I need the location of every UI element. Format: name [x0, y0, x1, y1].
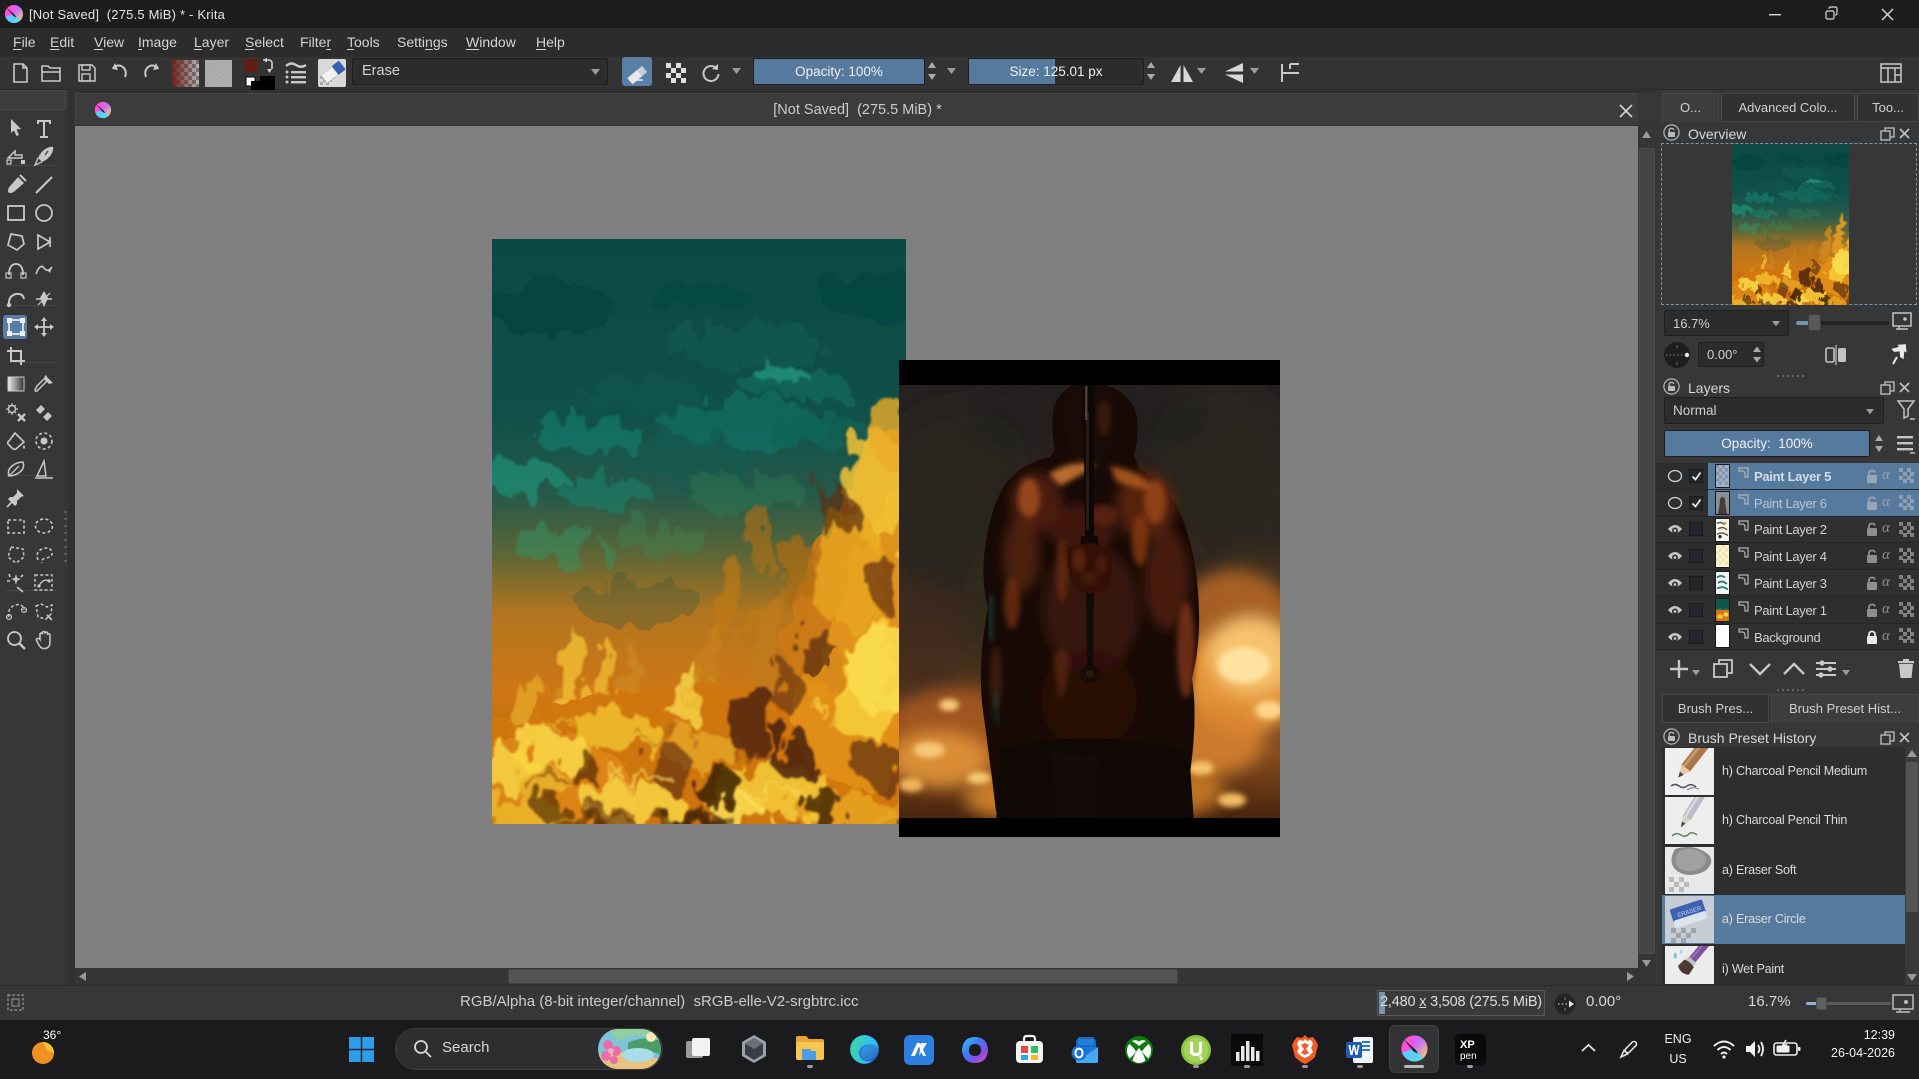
svg-text:pen: pen	[1460, 1051, 1477, 1062]
svg-text:XP: XP	[1460, 1039, 1475, 1051]
